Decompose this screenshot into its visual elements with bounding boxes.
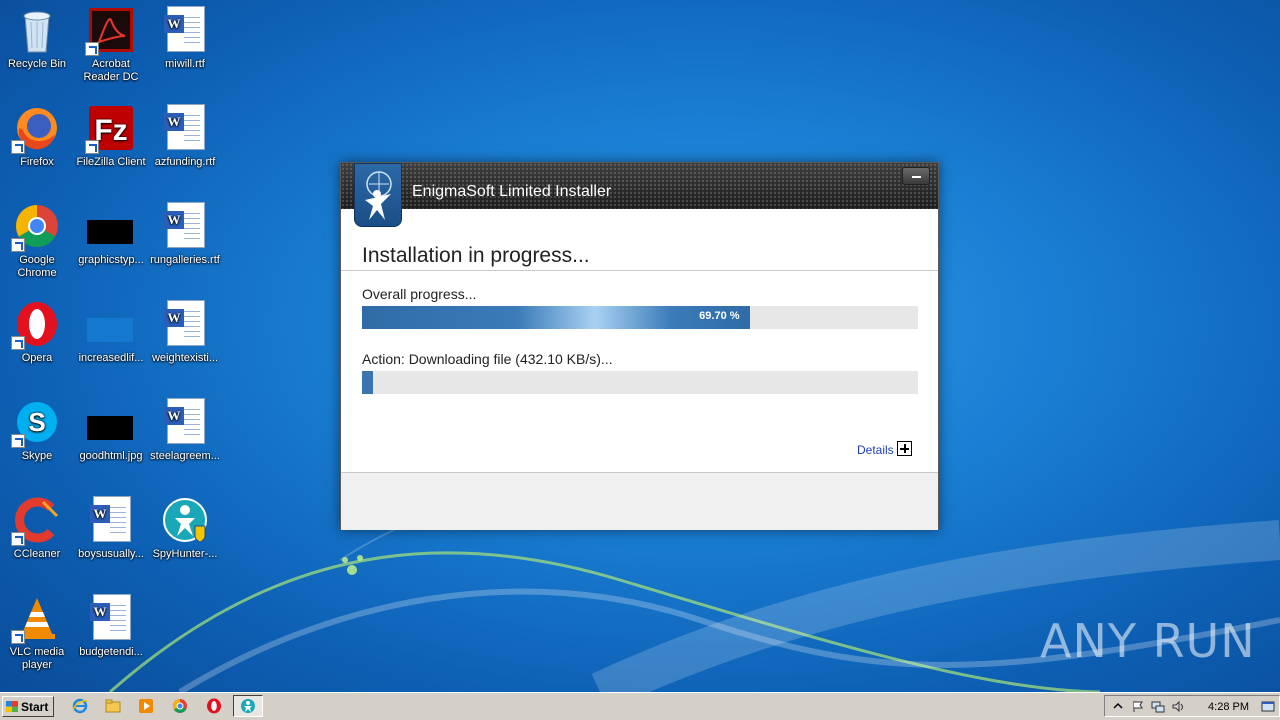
internet-explorer-icon[interactable] xyxy=(72,698,88,714)
desktop-icon-label: CCleaner xyxy=(13,548,61,560)
action-center-flag-icon[interactable] xyxy=(1131,700,1145,713)
desktop-icon-label: boysusually... xyxy=(78,548,144,560)
enigmasoft-logo-icon xyxy=(354,163,402,227)
desktop-icon-label: increasedlif... xyxy=(78,352,144,364)
installer-footer xyxy=(341,472,938,530)
desktop-icon-label: FileZilla Client xyxy=(76,156,146,168)
desktop-icon-firefox[interactable]: Firefox xyxy=(0,104,74,169)
desktop-icon-rungalleries[interactable]: W rungalleries.rtf xyxy=(148,202,222,267)
windows-flag-icon xyxy=(6,701,18,712)
window-title: EnigmaSoft Limited Installer xyxy=(412,183,612,200)
desktop-icon-label: azfunding.rtf xyxy=(154,156,216,168)
shortcut-arrow-icon xyxy=(85,140,99,154)
network-icon[interactable] xyxy=(1151,700,1165,713)
image-thumbnail xyxy=(87,416,133,440)
minimize-button[interactable] xyxy=(902,167,930,185)
desktop-icon-label: SpyHunter-... xyxy=(152,548,218,560)
desktop-icon-goodhtml[interactable]: goodhtml.jpg xyxy=(74,398,148,463)
image-thumbnail xyxy=(87,318,133,342)
desktop-icon-label: miwill.rtf xyxy=(165,58,205,70)
overall-progress-percent: 69.70 % xyxy=(699,310,740,322)
action-progress-bar xyxy=(362,371,918,394)
desktop-icon-boysusually[interactable]: W boysusually... xyxy=(74,496,148,561)
word-document-icon: W xyxy=(164,202,205,248)
desktop-icon-graphicstyp[interactable]: graphicstyp... xyxy=(74,202,148,267)
overall-progress-fill: 69.70 % xyxy=(362,306,750,329)
desktop-icon-label: graphicstyp... xyxy=(78,254,144,266)
show-desktop-icon[interactable] xyxy=(1261,700,1275,713)
action-progress-fill xyxy=(362,371,374,394)
desktop-icon-skype[interactable]: S Skype xyxy=(0,398,74,463)
desktop-icon-miwill[interactable]: W miwill.rtf xyxy=(148,6,222,71)
shortcut-arrow-icon xyxy=(11,532,25,546)
shortcut-arrow-icon xyxy=(11,140,25,154)
tray-expand-icon[interactable] xyxy=(1111,700,1125,713)
shortcut-arrow-icon xyxy=(11,434,25,448)
header-divider xyxy=(341,270,938,271)
shortcut-arrow-icon xyxy=(11,238,25,252)
expand-plus-icon[interactable] xyxy=(897,441,912,456)
installer-titlebar[interactable]: EnigmaSoft Limited Installer xyxy=(341,163,938,209)
svg-text:S: S xyxy=(28,407,45,437)
desktop-icon-label: goodhtml.jpg xyxy=(79,450,143,462)
desktop-icon-label: Google Chrome xyxy=(17,254,57,279)
desktop-icon-steelagreem[interactable]: W steelagreem... xyxy=(148,398,222,463)
desktop-icon-spyhunter[interactable]: SpyHunter-... xyxy=(148,496,222,561)
desktop-icon-label: VLC media player xyxy=(9,646,65,671)
word-document-icon: W xyxy=(90,496,131,542)
svg-text:Fz: Fz xyxy=(94,114,127,147)
system-tray: 4:28 PM xyxy=(1104,695,1280,717)
desktop-icon-chrome[interactable]: Google Chrome xyxy=(0,202,74,280)
explorer-icon[interactable] xyxy=(105,698,121,714)
word-document-icon: W xyxy=(164,300,205,346)
desktop-icon-vlc[interactable]: VLC media player xyxy=(0,594,74,672)
desktop-icon-label: Recycle Bin xyxy=(7,58,67,70)
shortcut-arrow-icon xyxy=(11,630,25,644)
word-document-icon: W xyxy=(90,594,131,640)
desktop-icon-label: rungalleries.rtf xyxy=(150,254,220,266)
desktop-icon-weightexisti[interactable]: W weightexisti... xyxy=(148,300,222,365)
desktop-icon-azfunding[interactable]: W azfunding.rtf xyxy=(148,104,222,169)
shortcut-arrow-icon xyxy=(11,336,25,350)
taskbar-spyhunter-active[interactable] xyxy=(233,695,263,717)
spyhunter-icon xyxy=(163,498,207,543)
desktop-icon-label: weightexisti... xyxy=(151,352,219,364)
desktop-icon-recycle-bin[interactable]: Recycle Bin xyxy=(0,6,74,71)
overall-progress-label: Overall progress... xyxy=(362,286,477,302)
desktop-icon-opera[interactable]: Opera xyxy=(0,300,74,365)
desktop-icon-increasedlif[interactable]: increasedlif... xyxy=(74,300,148,365)
media-player-icon[interactable] xyxy=(138,698,154,714)
desktop-icon-label: budgetendi... xyxy=(79,646,143,658)
desktop-icon-budgetendi[interactable]: W budgetendi... xyxy=(74,594,148,659)
word-document-icon: W xyxy=(164,398,205,444)
details-link[interactable]: Details xyxy=(857,443,894,457)
desktop-icon-filezilla[interactable]: Fz FileZilla Client xyxy=(74,104,148,169)
image-thumbnail xyxy=(87,220,133,244)
desktop-icon-label: steelagreem... xyxy=(150,450,220,462)
taskbar-clock[interactable]: 4:28 PM xyxy=(1208,701,1249,713)
start-button[interactable]: Start xyxy=(2,696,54,717)
desktop-icon-label: Firefox xyxy=(20,156,54,168)
word-document-icon: W xyxy=(164,6,205,52)
installation-heading: Installation in progress... xyxy=(362,244,590,267)
desktop-icon-label: Opera xyxy=(21,352,53,364)
chrome-icon[interactable] xyxy=(172,698,188,714)
start-label: Start xyxy=(21,700,49,714)
opera-icon[interactable] xyxy=(206,698,222,714)
spyhunter-icon xyxy=(241,699,255,713)
desktop-icon-label: Skype xyxy=(21,450,53,462)
shortcut-arrow-icon xyxy=(85,42,99,56)
action-label: Action: Downloading file (432.10 KB/s)..… xyxy=(362,351,613,367)
desktop-icon-label: Acrobat Reader DC xyxy=(83,58,139,83)
overall-progress-bar: 69.70 % xyxy=(362,306,918,329)
installer-window[interactable]: EnigmaSoft Limited Installer Installatio… xyxy=(340,162,939,530)
taskbar: Start 4:28 PM xyxy=(0,692,1280,720)
desktop-icon-acrobat[interactable]: Acrobat Reader DC xyxy=(74,6,148,84)
volume-icon[interactable] xyxy=(1171,700,1185,713)
anyrun-watermark: ANY RUN xyxy=(1040,614,1256,668)
word-document-icon: W xyxy=(164,104,205,150)
desktop-icon-ccleaner[interactable]: CCleaner xyxy=(0,496,74,561)
recycle-bin-icon xyxy=(23,11,51,53)
